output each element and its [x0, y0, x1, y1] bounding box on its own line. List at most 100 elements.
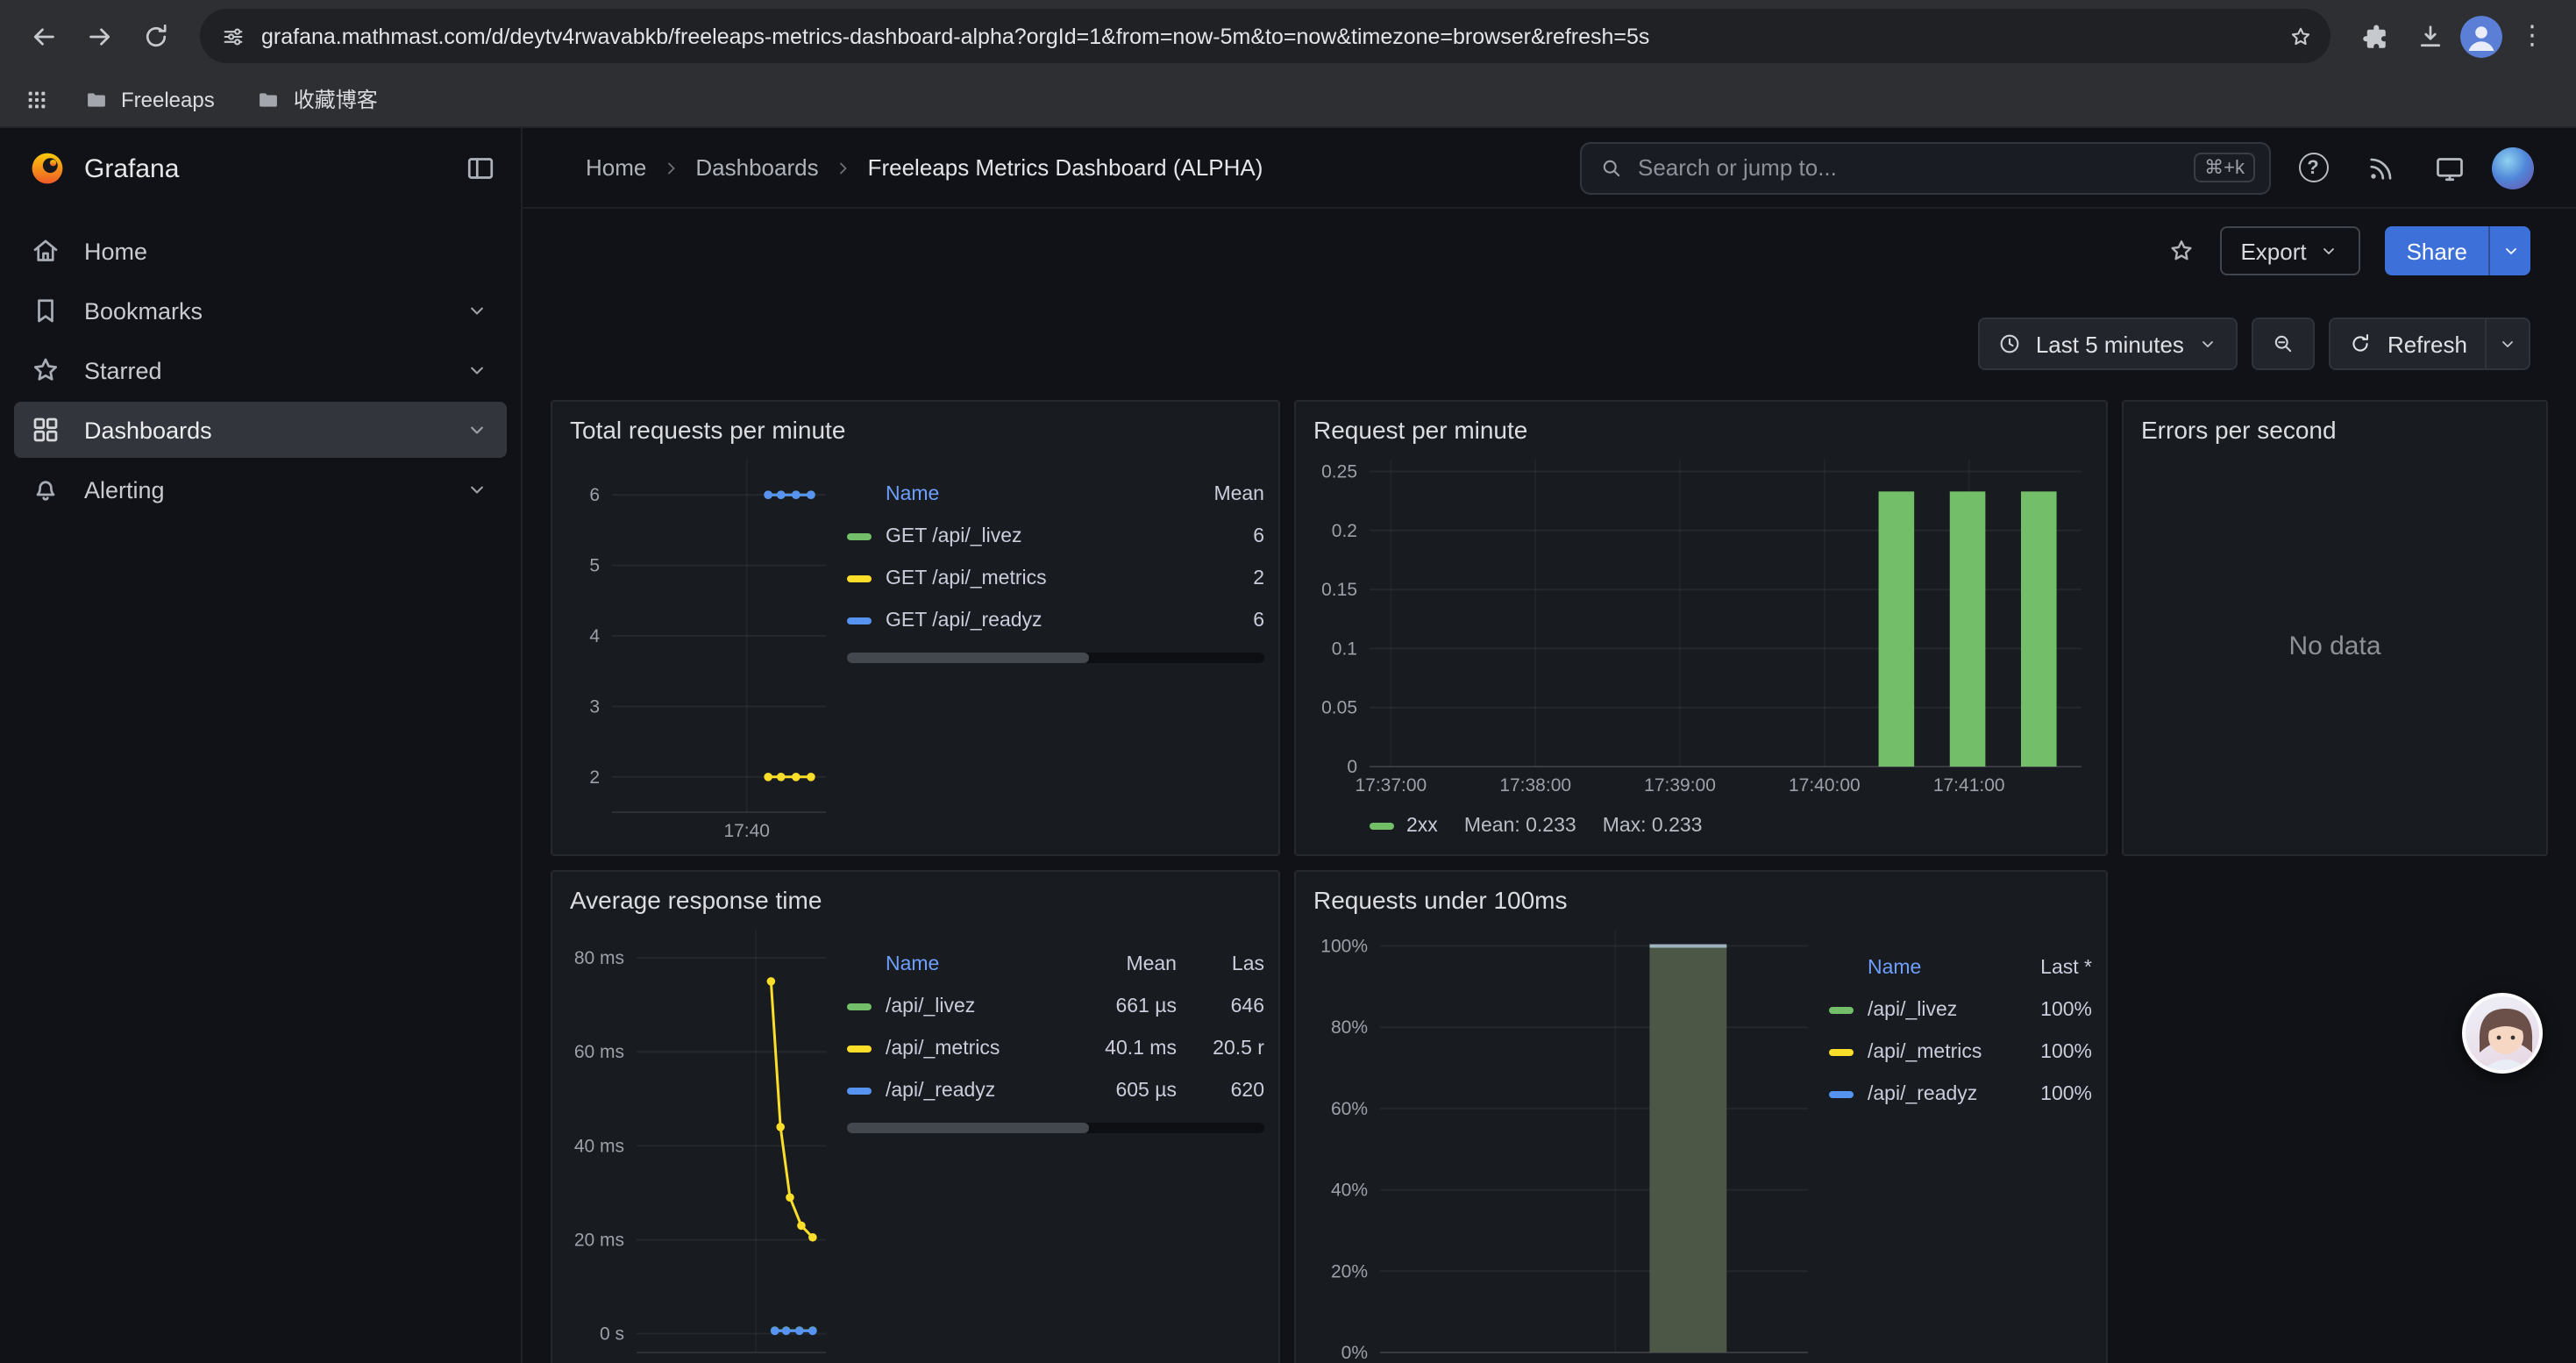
- legend-row[interactable]: /api/_livez 100%: [1829, 989, 2092, 1031]
- sidebar-item-starred[interactable]: Starred: [14, 342, 507, 398]
- url-bar[interactable]: grafana.mathmast.com/d/deytv4rwavabkb/fr…: [200, 9, 2330, 63]
- zoom-out-icon: [2272, 332, 2296, 356]
- forward-icon[interactable]: [74, 10, 126, 62]
- bookmark-star-icon[interactable]: [2288, 24, 2313, 48]
- panel-title[interactable]: Request per minute: [1296, 402, 2106, 449]
- user-avatar[interactable]: [2492, 146, 2534, 189]
- series-swatch: [847, 1045, 872, 1053]
- breadcrumb-current: Freeleaps Metrics Dashboard (ALPHA): [868, 154, 1263, 181]
- series-last: 620: [1191, 1081, 1264, 1102]
- chevron-down-icon[interactable]: [465, 358, 489, 382]
- sidebar-item-alerting[interactable]: Alerting: [14, 461, 507, 517]
- series-mean: 6: [1166, 610, 1264, 632]
- zoom-out-button[interactable]: [2252, 318, 2316, 370]
- chevron-right-icon: [833, 157, 854, 178]
- downloads-icon[interactable]: [2404, 10, 2457, 62]
- bar-chart[interactable]: 0%20%40%60%80%100%17:40: [1310, 919, 1818, 1363]
- reload-icon[interactable]: [130, 10, 182, 62]
- url-text[interactable]: grafana.mathmast.com/d/deytv4rwavabkb/fr…: [261, 24, 2273, 48]
- scrollbar-thumb[interactable]: [847, 1123, 1089, 1133]
- legend-col-mean[interactable]: Mean: [1068, 954, 1177, 975]
- legend-row[interactable]: /api/_livez 661 µs 646: [847, 986, 1264, 1028]
- share-dropdown-caret[interactable]: [2488, 226, 2530, 275]
- panel-title[interactable]: Requests under 100ms: [1296, 872, 2106, 919]
- chevron-down-icon[interactable]: [465, 298, 489, 323]
- export-label: Export: [2240, 238, 2306, 264]
- panel-title[interactable]: Total requests per minute: [552, 402, 1278, 449]
- star-icon: [30, 354, 61, 386]
- panel-title[interactable]: Errors per second: [2124, 402, 2546, 449]
- svg-text:0%: 0%: [1341, 1343, 1368, 1363]
- share-button[interactable]: Share: [2386, 226, 2530, 275]
- refresh-button-group: Refresh: [2330, 318, 2530, 370]
- monitor-icon[interactable]: [2423, 141, 2476, 194]
- chevron-down-icon[interactable]: [465, 477, 489, 502]
- grafana-logo[interactable]: [28, 149, 67, 188]
- sidebar-item-bookmarks[interactable]: Bookmarks: [14, 282, 507, 339]
- sidebar-item-home[interactable]: Home: [14, 223, 507, 279]
- sidebar-collapse-icon[interactable]: [465, 153, 496, 184]
- panel-title[interactable]: Average response time: [552, 872, 1278, 919]
- legend-row[interactable]: GET /api/_readyz 6: [847, 600, 1264, 642]
- site-info-icon[interactable]: [221, 24, 246, 48]
- legend-scrollbar[interactable]: [847, 653, 1264, 663]
- svg-text:0.2: 0.2: [1332, 521, 1357, 541]
- series-name: /api/_metrics: [1868, 1042, 2001, 1063]
- series-name: GET /api/_readyz: [886, 610, 1152, 632]
- legend-table: Name Last * /api/_livez 100%: [1829, 919, 2092, 1363]
- legend-row[interactable]: /api/_readyz 605 µs 620: [847, 1070, 1264, 1112]
- chevron-down-icon[interactable]: [465, 417, 489, 442]
- scrollbar-thumb[interactable]: [847, 653, 1089, 663]
- series-last: 20.5 r: [1191, 1038, 1264, 1060]
- no-data-message: No data: [2138, 449, 2532, 844]
- series-last: 100%: [2015, 1000, 2092, 1021]
- breadcrumb-home[interactable]: Home: [586, 154, 646, 181]
- sidebar-item-label: Bookmarks: [84, 297, 442, 324]
- legend-item-2xx[interactable]: 2xx: [1370, 816, 1438, 837]
- legend-row[interactable]: /api/_metrics 100%: [1829, 1031, 2092, 1074]
- floating-assistant-avatar[interactable]: [2462, 993, 2543, 1074]
- breadcrumb-dashboards[interactable]: Dashboards: [695, 154, 818, 181]
- help-icon[interactable]: ?: [2287, 141, 2339, 194]
- legend-col-name[interactable]: Name: [1829, 958, 2001, 979]
- search-box[interactable]: ⌘+k: [1580, 141, 2271, 194]
- panel-grid: Total requests per minute 2345617:40 Nam…: [551, 400, 2548, 1363]
- bookmark-item-freeleaps[interactable]: Freeleaps: [70, 82, 229, 117]
- svg-text:80%: 80%: [1331, 1017, 1368, 1038]
- apps-grid-icon[interactable]: [25, 87, 49, 111]
- legend-col-last[interactable]: Las: [1191, 954, 1264, 975]
- legend-scrollbar[interactable]: [847, 1123, 1264, 1133]
- dashboards-grid-icon: [30, 414, 61, 446]
- legend-row[interactable]: GET /api/_metrics 2: [847, 558, 1264, 600]
- legend-col-last[interactable]: Last *: [2015, 958, 2092, 979]
- refresh-interval-caret[interactable]: [2485, 319, 2529, 368]
- legend-row[interactable]: GET /api/_livez 6: [847, 516, 1264, 558]
- export-button[interactable]: Export: [2219, 226, 2360, 275]
- legend-row[interactable]: /api/_metrics 40.1 ms 20.5 r: [847, 1028, 1264, 1070]
- time-range-picker[interactable]: Last 5 minutes: [1978, 318, 2238, 370]
- timeseries-chart[interactable]: 2345617:40: [566, 449, 836, 844]
- timeseries-chart[interactable]: 0 s20 ms40 ms60 ms80 ms17:40: [566, 919, 836, 1363]
- bar-chart[interactable]: 00.050.10.150.20.2517:37:0017:38:0017:39…: [1310, 449, 2092, 798]
- search-icon: [1599, 155, 1624, 180]
- news-rss-icon[interactable]: [2355, 141, 2408, 194]
- series-swatch: [847, 617, 872, 624]
- legend-col-name[interactable]: Name: [847, 954, 1054, 975]
- share-label[interactable]: Share: [2386, 226, 2488, 275]
- favorite-star-icon[interactable]: [2167, 237, 2195, 265]
- legend-col-name[interactable]: Name: [847, 484, 1152, 505]
- search-input[interactable]: [1638, 154, 2180, 181]
- legend-col-mean[interactable]: Mean: [1166, 484, 1264, 505]
- back-icon[interactable]: [18, 10, 70, 62]
- sidebar-item-dashboards[interactable]: Dashboards: [14, 402, 507, 458]
- browser-menu-icon[interactable]: ⋮: [2506, 10, 2558, 62]
- screenshot-root: grafana.mathmast.com/d/deytv4rwavabkb/fr…: [0, 0, 2576, 1363]
- bookmark-item-blogs[interactable]: 收藏博客: [243, 79, 392, 119]
- series-swatch: [847, 1088, 872, 1095]
- legend-row[interactable]: /api/_readyz 100%: [1829, 1074, 2092, 1116]
- browser-profile-avatar[interactable]: [2460, 15, 2502, 57]
- refresh-button[interactable]: Refresh: [2331, 319, 2485, 368]
- extensions-icon[interactable]: [2348, 10, 2401, 62]
- svg-text:40 ms: 40 ms: [574, 1136, 624, 1156]
- series-mean: 2: [1166, 568, 1264, 589]
